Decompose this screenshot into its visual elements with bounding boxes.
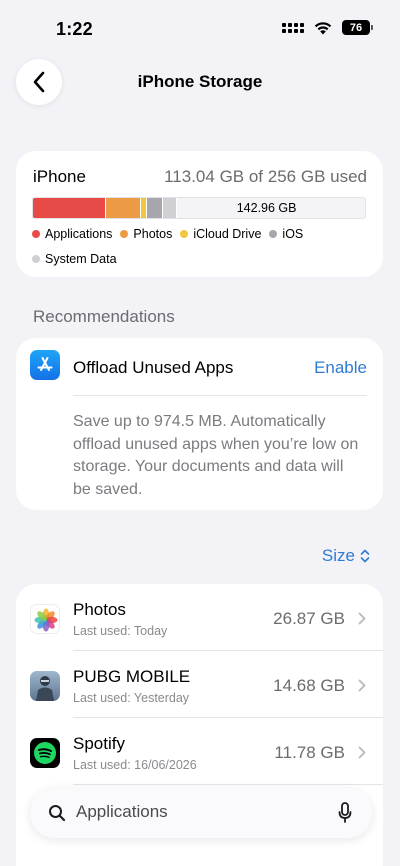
sort-label: Size <box>321 546 355 565</box>
app-last-used: Last used: Yesterday <box>73 691 190 705</box>
storage-legend: Applications Photos iCloud Drive iOS Sys… <box>32 226 372 266</box>
app-name: Spotify <box>73 734 125 753</box>
search-input[interactable]: Applications <box>76 802 168 822</box>
app-row-spotify[interactable]: Spotify Last used: 16/06/2026 11.78 GB <box>16 718 383 785</box>
storage-segment-ios <box>146 198 164 218</box>
divider <box>73 784 383 785</box>
screen: 1:22 76 iPhone Storage iPhone 113.04 GB … <box>0 0 400 866</box>
divider <box>73 395 367 396</box>
app-last-used: Last used: 16/06/2026 <box>73 758 197 772</box>
pubg-icon <box>30 671 60 701</box>
enable-button[interactable]: Enable <box>314 358 367 378</box>
app-name: PUBG MOBILE <box>73 667 191 686</box>
chevron-up-down-icon <box>360 549 370 563</box>
legend-dot <box>32 229 40 238</box>
legend-dot <box>120 229 129 238</box>
chevron-right-icon <box>358 679 366 692</box>
search-icon <box>49 805 66 822</box>
storage-summary-card: iPhone 113.04 GB of 256 GB used 142.96 G… <box>16 151 383 277</box>
app-row-pubg-mobile[interactable]: PUBG MOBILE Last used: Yesterday 14.68 G… <box>16 651 383 718</box>
storage-device-name: iPhone <box>33 167 86 186</box>
wifi-icon <box>314 21 332 34</box>
battery-level: 76 <box>349 21 363 34</box>
recommendation-card: Offload Unused Apps Enable Save up to 97… <box>16 338 383 510</box>
legend-item-icloud-drive: iCloud Drive <box>180 226 261 241</box>
legend-label: iCloud Drive <box>193 226 262 241</box>
app-name: Photos <box>73 600 126 619</box>
legend-item-photos: Photos <box>120 226 172 241</box>
recommendations-header: Recommendations <box>33 307 175 326</box>
legend-dot <box>180 229 189 238</box>
legend-dot <box>32 254 40 263</box>
app-size: 26.87 GB <box>273 609 345 628</box>
app-store-icon <box>30 350 60 380</box>
legend-label: Photos <box>133 226 173 241</box>
legend-label: System Data <box>45 251 117 266</box>
search-bar[interactable]: Applications <box>30 788 372 838</box>
storage-bar: 142.96 GB <box>32 197 366 219</box>
legend-item-ios: iOS <box>269 226 303 241</box>
photos-icon <box>30 604 60 634</box>
cellular-signal-icon <box>282 22 304 33</box>
chevron-right-icon <box>358 612 366 625</box>
status-indicators: 76 <box>282 20 373 35</box>
legend-dot <box>269 229 278 238</box>
legend-item-applications: Applications <box>32 226 112 241</box>
battery-icon: 76 <box>342 20 373 35</box>
microphone-icon[interactable] <box>338 802 352 824</box>
app-row-photos[interactable]: Photos Last used: Today 26.87 GB <box>16 584 383 651</box>
legend-label: iOS <box>282 226 304 241</box>
app-size: 14.68 GB <box>273 676 345 695</box>
app-size: 11.78 GB <box>274 743 345 762</box>
legend-item-system-data: System Data <box>32 251 117 266</box>
recommendation-title: Offload Unused Apps <box>73 358 234 377</box>
storage-segment-free: 142.96 GB <box>177 198 365 218</box>
storage-free-label: 142.96 GB <box>236 201 297 215</box>
sort-button[interactable]: Size <box>322 546 370 566</box>
status-bar: 1:22 76 <box>0 0 400 54</box>
page-title: iPhone Storage <box>137 72 263 91</box>
storage-segment-applications <box>33 198 107 218</box>
storage-segment-photos <box>106 198 141 218</box>
spotify-icon <box>30 738 60 768</box>
chevron-right-icon <box>358 746 366 759</box>
status-time: 1:22 <box>56 19 93 39</box>
app-last-used: Last used: Today <box>73 624 168 638</box>
storage-used-text: 113.04 GB of 256 GB used <box>164 167 367 186</box>
recommendation-description: Save up to 974.5 MB. Automatically offlo… <box>73 413 359 498</box>
storage-segment-system-data <box>163 198 177 218</box>
legend-label: Applications <box>45 226 113 241</box>
